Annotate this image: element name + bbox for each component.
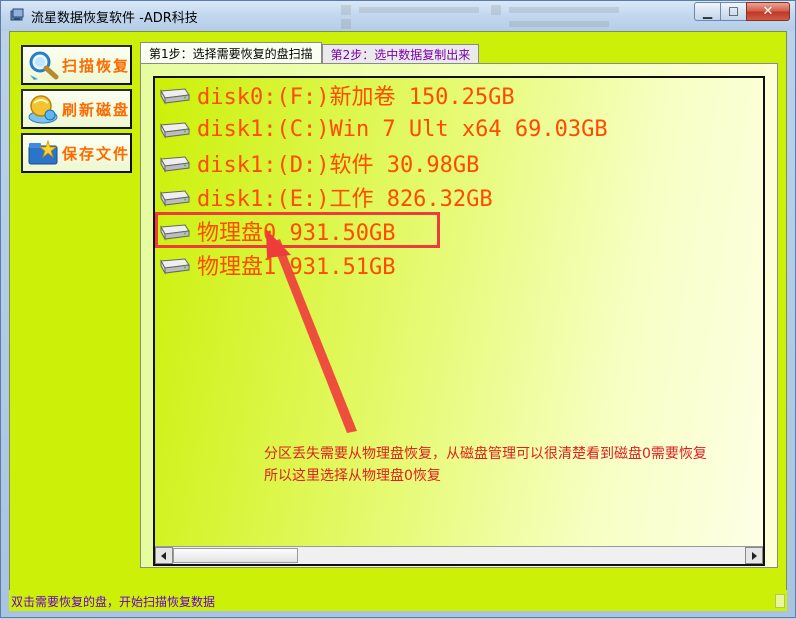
app-window: 流星数据恢复软件 -ADR科技 ▁ ☐ ✕ 扫描恢复 刷新磁盘 保存文件 第1步… bbox=[0, 0, 796, 618]
app-icon bbox=[10, 8, 24, 21]
magnifier-icon bbox=[26, 48, 60, 82]
scan-recover-label: 扫描恢复 bbox=[62, 56, 131, 75]
disk-label: 物理盘1 931.51GB bbox=[197, 255, 396, 280]
tab-step2-label: 第2步：选中数据复制出来 bbox=[330, 48, 471, 62]
window-controls: ▁ ☐ ✕ bbox=[694, 2, 790, 21]
hard-drive-icon bbox=[160, 190, 190, 207]
disk-item[interactable]: disk1:(C:)Win 7 Ult x64 69.03GB bbox=[157, 114, 608, 144]
disk-list[interactable]: disk0:(F:)新加卷 150.25GB disk1:(C:)Win 7 U… bbox=[153, 76, 765, 566]
save-files-button[interactable]: 保存文件 bbox=[21, 133, 132, 173]
disk-label: disk0:(F:)新加卷 150.25GB bbox=[197, 85, 515, 110]
title-bar[interactable]: 流星数据恢复软件 -ADR科技 ▁ ☐ ✕ bbox=[1, 1, 795, 31]
hard-drive-icon bbox=[160, 258, 190, 275]
background-window-ghost bbox=[331, 1, 661, 31]
scroll-right-button[interactable] bbox=[745, 547, 763, 564]
tab-step1-label: 第1步：选择需要恢复的盘扫描 bbox=[149, 47, 313, 61]
disk-label: disk1:(D:)软件 30.98GB bbox=[197, 153, 480, 178]
horizontal-scrollbar[interactable] bbox=[155, 546, 763, 564]
annotation-line2: 所以这里选择从物理盘0恢复 bbox=[264, 468, 441, 484]
hard-drive-icon bbox=[160, 88, 190, 105]
save-files-label: 保存文件 bbox=[62, 144, 131, 163]
resize-grip[interactable] bbox=[775, 594, 785, 608]
status-bar: 双击需要恢复的盘，开始扫描恢复数据 bbox=[9, 590, 787, 611]
highlight-box bbox=[155, 212, 440, 248]
scroll-left-button[interactable] bbox=[155, 547, 173, 564]
scroll-thumb[interactable] bbox=[173, 548, 298, 563]
arrow-left-icon bbox=[161, 551, 166, 560]
window-title: 流星数据恢复软件 -ADR科技 bbox=[31, 11, 198, 26]
arrow-right-icon bbox=[752, 551, 757, 560]
disk-label: disk1:(C:)Win 7 Ult x64 69.03GB bbox=[197, 116, 608, 142]
scan-recover-button[interactable]: 扫描恢复 bbox=[21, 45, 132, 85]
hard-drive-icon bbox=[160, 122, 190, 139]
disk-label: disk1:(E:)工作 826.32GB bbox=[197, 187, 493, 212]
globe-refresh-icon bbox=[26, 92, 60, 126]
hard-drive-icon bbox=[160, 156, 190, 173]
step-tabs: 第1步：选择需要恢复的盘扫描 第2步：选中数据复制出来 bbox=[140, 42, 480, 64]
refresh-disks-label: 刷新磁盘 bbox=[62, 100, 131, 119]
disk-item[interactable]: disk1:(D:)软件 30.98GB bbox=[157, 148, 479, 178]
annotation-line1: 分区丢失需要从物理盘恢复，从磁盘管理可以很清楚看到磁盘0需要恢复 bbox=[264, 446, 707, 462]
disk-item[interactable]: disk1:(E:)工作 826.32GB bbox=[157, 182, 493, 212]
disk-item[interactable]: disk0:(F:)新加卷 150.25GB bbox=[157, 80, 515, 110]
refresh-disks-button[interactable]: 刷新磁盘 bbox=[21, 89, 132, 129]
tab-panel-step1: disk0:(F:)新加卷 150.25GB disk1:(C:)Win 7 U… bbox=[140, 63, 778, 568]
tab-step1[interactable]: 第1步：选择需要恢复的盘扫描 bbox=[140, 42, 322, 64]
save-folder-icon bbox=[26, 136, 60, 170]
maximize-button[interactable]: ☐ bbox=[720, 2, 746, 21]
client-area: 扫描恢复 刷新磁盘 保存文件 第1步：选择需要恢复的盘扫描 第2步：选中数据复制… bbox=[9, 31, 787, 611]
minimize-button[interactable]: ▁ bbox=[694, 2, 720, 21]
disk-item-physical1[interactable]: 物理盘1 931.51GB bbox=[157, 250, 395, 280]
annotation-note: 分区丢失需要从物理盘恢复，从磁盘管理可以很清楚看到磁盘0需要恢复 所以这里选择从… bbox=[264, 443, 784, 487]
tab-step2[interactable]: 第2步：选中数据复制出来 bbox=[321, 44, 480, 64]
status-text: 双击需要恢复的盘，开始扫描恢复数据 bbox=[11, 595, 216, 609]
close-button[interactable]: ✕ bbox=[746, 2, 790, 21]
